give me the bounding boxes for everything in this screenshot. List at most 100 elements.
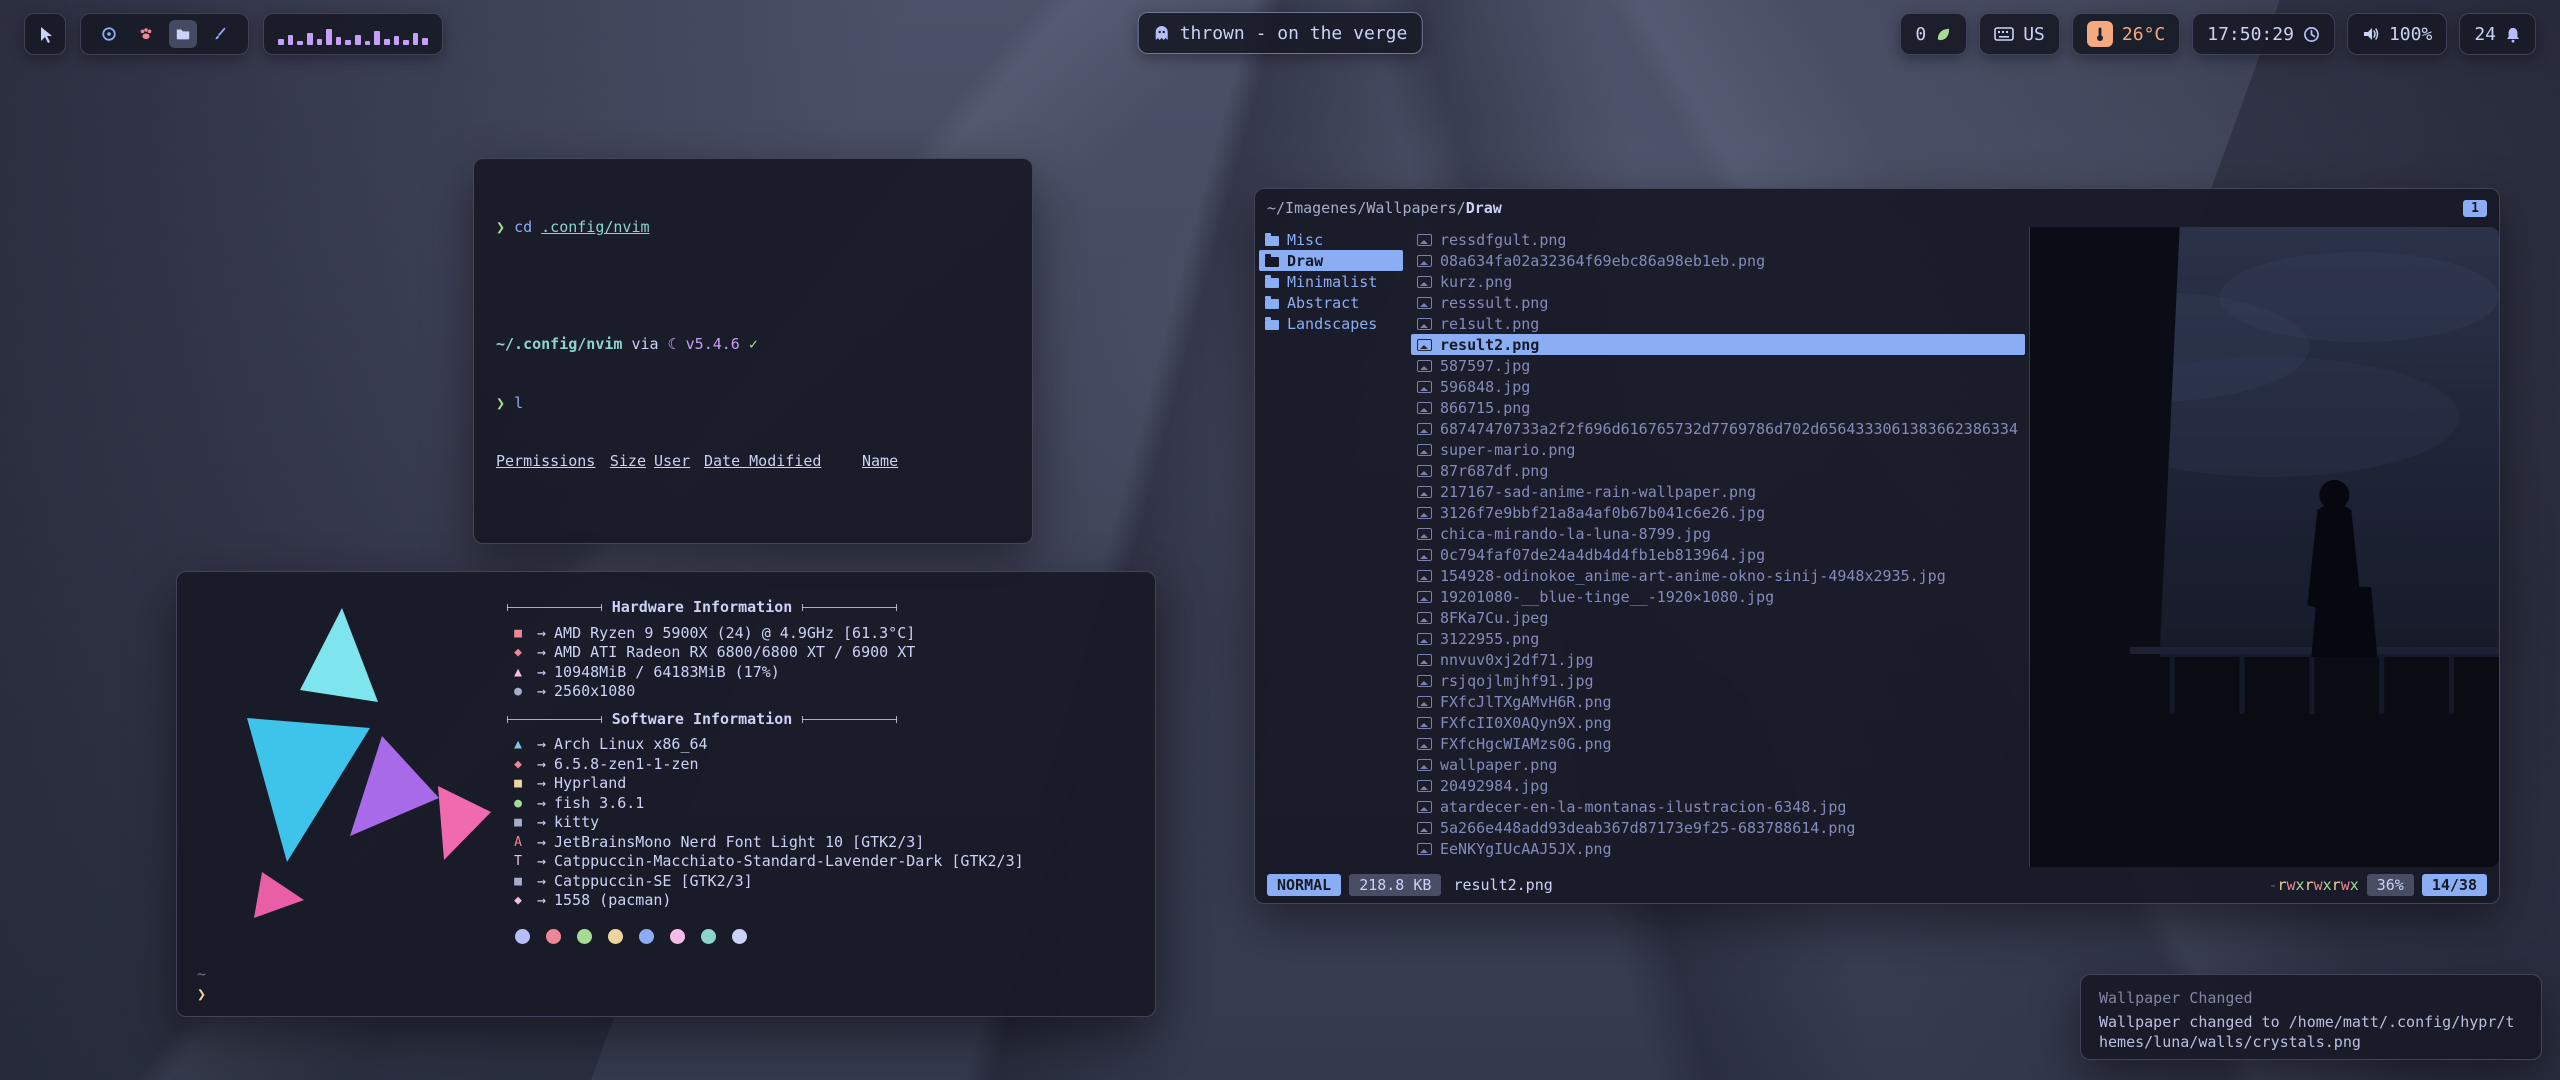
fetch-info-row: ◆ → 1558 (pacman) — [507, 891, 1129, 911]
notification-popup[interactable]: Wallpaper Changed Wallpaper changed to /… — [2080, 974, 2542, 1060]
clock-icon — [2303, 26, 2320, 43]
file-item[interactable]: 3122955.png — [1411, 628, 2025, 649]
file-name: 87r687df.png — [1440, 462, 1548, 480]
folder-icon — [1265, 299, 1279, 309]
file-name: EeNKYgIUcAAJ5JX.png — [1440, 840, 1612, 858]
breadcrumb[interactable]: ~/Imagenes/Wallpapers/Draw — [1267, 199, 1502, 217]
fetch-info-icon: ■ — [507, 813, 529, 833]
image-file-icon — [1417, 360, 1432, 372]
image-file-icon — [1417, 276, 1432, 288]
temperature-indicator[interactable]: 26°C — [2072, 13, 2180, 55]
fetch-info-icon: ◆ — [507, 755, 529, 775]
fetch-info-value: AMD ATI Radeon RX 6800/6800 XT / 6900 XT — [554, 643, 915, 663]
file-item[interactable]: re1sult.png — [1411, 313, 2025, 334]
file-item[interactable]: ressdfgult.png — [1411, 229, 2025, 250]
file-manager-window[interactable]: ~/Imagenes/Wallpapers/Draw 1 Misc Draw — [1254, 188, 2500, 904]
selected-file-name: result2.png — [1453, 876, 1552, 894]
fetch-info-value: AMD Ryzen 9 5900X (24) @ 4.9GHz [61.3°C] — [554, 624, 915, 644]
graph-bar — [278, 39, 284, 45]
file-item[interactable]: 0c794faf07de24a4db4d4fb1eb813964.jpg — [1411, 544, 2025, 565]
fetch-info-value: fish 3.6.1 — [554, 794, 644, 814]
fetch-prompt[interactable]: ~ ❯ — [197, 965, 206, 1004]
file-item[interactable]: nnvuv0xj2df71.jpg — [1411, 649, 2025, 670]
file-item[interactable]: rsjqojlmjhf91.jpg — [1411, 670, 2025, 691]
file-name: 8FKa7Cu.jpeg — [1440, 609, 1548, 627]
folder-item[interactable]: Abstract — [1259, 292, 1403, 313]
file-item[interactable]: FXfcII0X0AQyn9X.png — [1411, 712, 2025, 733]
file-item[interactable]: chica-mirando-la-luna-8799.jpg — [1411, 523, 2025, 544]
folder-item[interactable]: Draw — [1259, 250, 1403, 271]
terminal-window[interactable]: ❯ cd .config/nvim ~/.config/nvim via ☾ v… — [473, 158, 1033, 544]
workspace-paw-icon[interactable] — [132, 20, 160, 48]
file-item[interactable]: EeNKYgIUcAAJ5JX.png — [1411, 838, 2025, 859]
volume-value: 100% — [2389, 24, 2432, 45]
image-file-icon — [1417, 822, 1432, 834]
arrow-icon: → — [537, 774, 546, 794]
file-name: 3126f7e9bbf21a8a4af0b67b041c6e26.jpg — [1440, 504, 1765, 522]
image-file-icon — [1417, 570, 1432, 582]
file-item[interactable]: 68747470733a2f2f696d616765732d7769786d70… — [1411, 418, 2025, 439]
file-item[interactable]: 8FKa7Cu.jpeg — [1411, 607, 2025, 628]
file-item[interactable]: 19201080-__blue-tinge__-1920×1080.jpg — [1411, 586, 2025, 607]
arrow-icon: → — [537, 624, 546, 644]
active-window-title: thrown - on the verge — [1180, 23, 1408, 44]
image-file-icon — [1417, 654, 1432, 666]
file-item[interactable]: atardecer-en-la-montanas-ilustracion-634… — [1411, 796, 2025, 817]
workspace-brush-icon[interactable] — [206, 20, 234, 48]
notification-count: 24 — [2474, 24, 2496, 45]
fetch-info-icon: ● — [507, 794, 529, 814]
image-file-icon — [1417, 675, 1432, 687]
clock-indicator[interactable]: 17:50:29 — [2192, 13, 2335, 55]
folder-name: Minimalist — [1287, 273, 1377, 291]
system-fetch-window[interactable]: Hardware Information ■ → AMD Ryzen 9 590… — [176, 571, 1156, 1017]
file-item[interactable]: 596848.jpg — [1411, 376, 2025, 397]
file-name: result2.png — [1440, 336, 1539, 354]
workspace-terminal-icon[interactable] — [95, 20, 123, 48]
file-item[interactable]: 08a634fa02a32364f69ebc86a98eb1eb.png — [1411, 250, 2025, 271]
folder-item[interactable]: Landscapes — [1259, 313, 1403, 334]
image-file-icon — [1417, 402, 1432, 414]
mode-badge: NORMAL — [1267, 874, 1341, 896]
file-name: 68747470733a2f2f696d616765732d7769786d70… — [1440, 420, 2019, 438]
image-file-icon — [1417, 381, 1432, 393]
file-name: 866715.png — [1440, 399, 1530, 417]
file-item[interactable]: super-mario.png — [1411, 439, 2025, 460]
updates-indicator[interactable]: 0 — [1900, 13, 1967, 55]
file-item[interactable]: resssult.png — [1411, 292, 2025, 313]
image-file-icon — [1417, 549, 1432, 561]
launcher-button[interactable] — [24, 13, 66, 55]
system-graph-widget[interactable] — [263, 13, 443, 55]
tab-count-badge[interactable]: 1 — [2463, 200, 2487, 217]
active-window-title-pill[interactable]: thrown - on the verge — [1138, 12, 1423, 54]
file-item[interactable]: 20492984.jpg — [1411, 775, 2025, 796]
file-item[interactable]: 3126f7e9bbf21a8a4af0b67b041c6e26.jpg — [1411, 502, 2025, 523]
workspace-files-icon[interactable] — [169, 20, 197, 48]
file-item[interactable]: FXfcJlTXgAMvH6R.png — [1411, 691, 2025, 712]
keyboard-layout-indicator[interactable]: US — [1979, 13, 2060, 55]
volume-indicator[interactable]: 100% — [2347, 13, 2447, 55]
file-item[interactable]: 154928-odinokoe_anime-art-anime-okno-sin… — [1411, 565, 2025, 586]
image-file-icon — [1417, 696, 1432, 708]
file-item[interactable]: 217167-sad-anime-rain-wallpaper.png — [1411, 481, 2025, 502]
file-item[interactable]: result2.png — [1411, 334, 2025, 355]
fetch-info-row: ■ → kitty — [507, 813, 1129, 833]
wallpaper-preview-image — [2030, 227, 2499, 867]
file-item[interactable]: wallpaper.png — [1411, 754, 2025, 775]
notifications-indicator[interactable]: 24 — [2459, 13, 2536, 55]
notification-body: Wallpaper changed to /home/matt/.config/… — [2099, 1012, 2523, 1052]
file-item[interactable]: kurz.png — [1411, 271, 2025, 292]
file-item[interactable]: 866715.png — [1411, 397, 2025, 418]
folder-item[interactable]: Minimalist — [1259, 271, 1403, 292]
hardware-section-header: Hardware Information — [507, 598, 897, 618]
file-name: re1sult.png — [1440, 315, 1539, 333]
file-item[interactable]: 5a266e448add93deab367d87173e9f25-6837886… — [1411, 817, 2025, 838]
file-name: 0c794faf07de24a4db4d4fb1eb813964.jpg — [1440, 546, 1765, 564]
fetch-info-value: 2560x1080 — [554, 682, 635, 702]
file-item[interactable]: 587597.jpg — [1411, 355, 2025, 376]
arrow-icon: → — [537, 682, 546, 702]
graph-bar — [345, 40, 351, 45]
file-item[interactable]: FXfcHgcWIAMzs0G.png — [1411, 733, 2025, 754]
folder-item[interactable]: Misc — [1259, 229, 1403, 250]
file-item[interactable]: 87r687df.png — [1411, 460, 2025, 481]
fetch-info-value: 10948MiB / 64183MiB (17%) — [554, 663, 780, 683]
